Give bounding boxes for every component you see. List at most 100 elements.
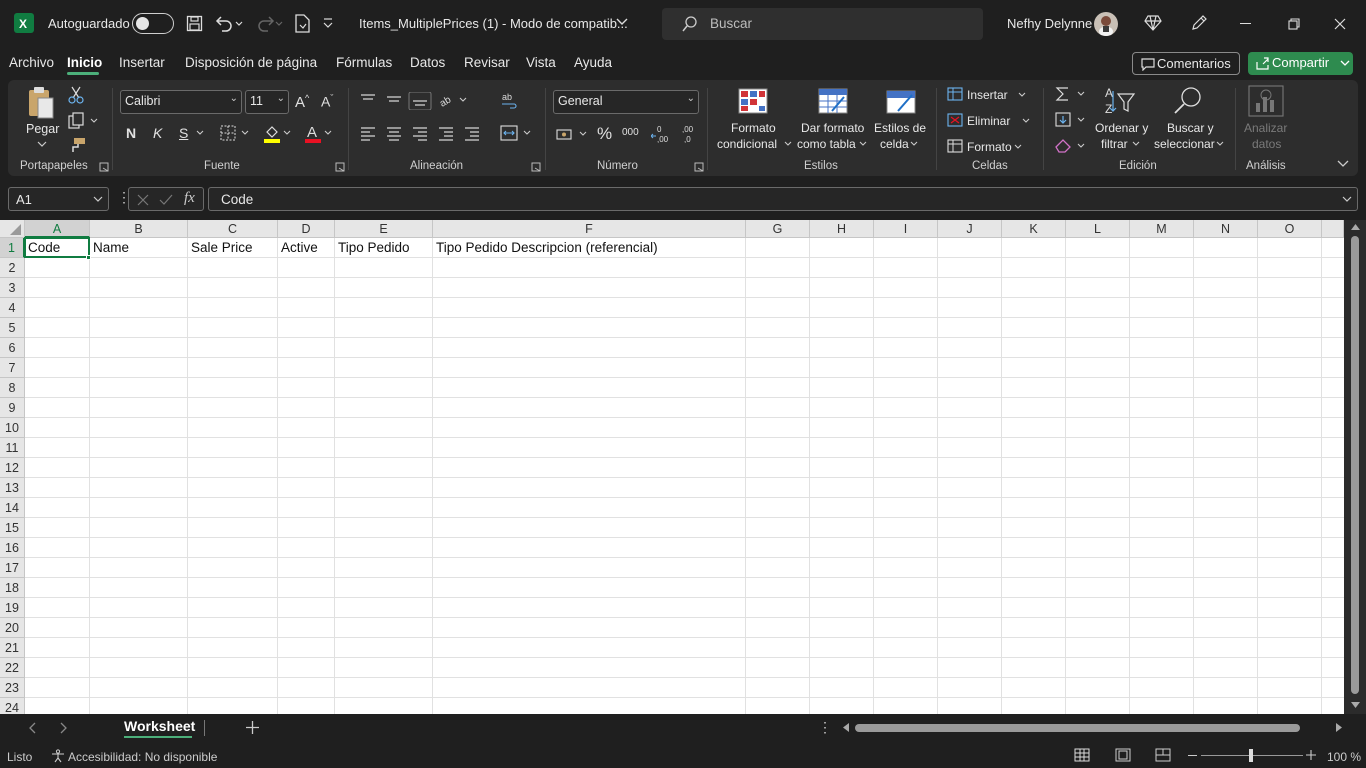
zoom-in-icon[interactable] <box>1306 750 1316 760</box>
font-size-select[interactable]: 11 ⌄ <box>245 90 289 114</box>
row-header-24[interactable]: 24 <box>0 698 25 714</box>
prev-sheet-icon[interactable] <box>28 722 36 734</box>
italic-button[interactable]: K <box>153 126 162 140</box>
find-select-icon[interactable] <box>1172 85 1204 117</box>
vertical-scroll-thumb[interactable] <box>1351 236 1359 694</box>
copy-icon[interactable] <box>68 112 100 130</box>
row-header-16[interactable]: 16 <box>0 538 25 558</box>
enter-icon[interactable] <box>159 194 173 206</box>
column-header-h[interactable]: H <box>810 220 874 238</box>
chevron-down-icon[interactable] <box>1014 144 1022 150</box>
cell-e1[interactable]: Tipo Pedido <box>335 238 410 258</box>
scroll-up-icon[interactable] <box>1351 224 1360 230</box>
conditional-format-icon[interactable] <box>738 87 768 115</box>
spreadsheet-grid[interactable]: ABCDEFGHIJKLMNO 1 2 3 4 5 6 7 8 9 10 11 12 13 14 15 16 1… <box>0 220 1344 714</box>
fill-handle[interactable] <box>86 255 91 260</box>
tab-formulas[interactable]: Fórmulas <box>336 55 392 70</box>
search-box[interactable]: Buscar <box>662 8 983 40</box>
tab-archivo[interactable]: Archivo <box>9 55 54 70</box>
column-header-i[interactable]: I <box>874 220 938 238</box>
accessibility-status[interactable]: Accesibilidad: No disponible <box>68 750 217 764</box>
sheet-tab-worksheet[interactable]: Worksheet <box>116 714 202 740</box>
row-header-1[interactable]: 1 <box>0 238 25 258</box>
format-painter-icon[interactable] <box>68 137 86 153</box>
tab-disposicion[interactable]: Disposición de página <box>185 55 317 70</box>
row-header-6[interactable]: 6 <box>0 338 25 358</box>
paste-icon[interactable] <box>26 86 56 120</box>
row-header-11[interactable]: 11 <box>0 438 25 458</box>
bold-button[interactable]: N <box>126 126 136 140</box>
conditional-format-label[interactable]: Formato <box>731 120 776 136</box>
comments-button[interactable]: Comentarios <box>1132 52 1240 75</box>
row-header-4[interactable]: 4 <box>0 298 25 318</box>
align-top-icon[interactable] <box>360 92 444 110</box>
close-icon[interactable] <box>1334 18 1346 30</box>
formula-input[interactable]: Code <box>208 187 1358 211</box>
row-header-14[interactable]: 14 <box>0 498 25 518</box>
sort-filter-label[interactable]: Ordenar y <box>1095 120 1148 136</box>
undo-icon[interactable] <box>214 14 244 32</box>
format-as-table-icon[interactable] <box>818 87 848 115</box>
chevron-down-icon[interactable] <box>784 141 792 147</box>
format-table-label-2[interactable]: como tabla <box>797 136 856 152</box>
autosave-toggle[interactable] <box>132 13 174 34</box>
percent-icon[interactable]: % <box>597 125 612 142</box>
format-table-label[interactable]: Dar formato <box>801 120 864 136</box>
cell-styles-label[interactable]: Estilos de <box>874 120 926 136</box>
horizontal-scroll-thumb[interactable] <box>855 724 1300 732</box>
borders-icon[interactable] <box>220 125 252 141</box>
row-header-17[interactable]: 17 <box>0 558 25 578</box>
cut-icon[interactable] <box>68 86 84 104</box>
find-select-label-2[interactable]: seleccionar <box>1154 136 1215 152</box>
row-header-2[interactable]: 2 <box>0 258 25 278</box>
paste-dropdown-icon[interactable] <box>37 140 47 148</box>
row-header-10[interactable]: 10 <box>0 418 25 438</box>
cancel-icon[interactable] <box>137 194 149 206</box>
find-select-label[interactable]: Buscar y <box>1167 120 1214 136</box>
scroll-right-icon[interactable] <box>1336 723 1342 732</box>
insert-cells-icon[interactable] <box>947 87 963 101</box>
column-header-b[interactable]: B <box>90 220 188 238</box>
paste-label[interactable]: Pegar <box>26 121 59 137</box>
zoom-out-icon[interactable] <box>1188 755 1197 756</box>
cell-b1[interactable]: Name <box>90 238 129 258</box>
row-header-5[interactable]: 5 <box>0 318 25 338</box>
pen-icon[interactable] <box>1190 14 1208 32</box>
format-cells-icon[interactable] <box>947 139 963 153</box>
underline-button[interactable]: S <box>179 126 188 140</box>
delete-cells-icon[interactable] <box>947 113 963 127</box>
chevron-down-icon[interactable] <box>859 141 867 147</box>
fill-color-icon[interactable] <box>264 124 294 144</box>
tab-vista[interactable]: Vista <box>526 55 556 70</box>
row-header-19[interactable]: 19 <box>0 598 25 618</box>
minimize-icon[interactable] <box>1240 23 1251 24</box>
zoom-slider-thumb[interactable] <box>1249 749 1253 762</box>
analyze-data-label-2[interactable]: datos <box>1252 136 1281 152</box>
delete-cells-label[interactable]: Eliminar <box>967 113 1010 129</box>
page-layout-view-icon[interactable] <box>1115 748 1131 762</box>
chevron-down-icon[interactable] <box>910 141 918 147</box>
row-header-8[interactable]: 8 <box>0 378 25 398</box>
thousands-icon[interactable]: 000 <box>622 128 639 138</box>
column-header-m[interactable]: M <box>1130 220 1194 238</box>
user-name[interactable]: Nefhy Delynne <box>1007 16 1092 31</box>
analyze-data-label[interactable]: Analizar <box>1244 120 1287 136</box>
number-format-select[interactable]: General ⌄ <box>553 90 699 114</box>
row-header-7[interactable]: 7 <box>0 358 25 378</box>
chevron-down-icon[interactable] <box>1132 141 1140 147</box>
cell-d1[interactable]: Active <box>278 238 318 258</box>
name-box[interactable]: A1 <box>8 187 109 211</box>
row-header-23[interactable]: 23 <box>0 678 25 698</box>
column-header-f[interactable]: F <box>433 220 746 238</box>
chevron-down-icon[interactable] <box>1216 141 1224 147</box>
column-header-j[interactable]: J <box>938 220 1002 238</box>
add-sheet-icon[interactable] <box>246 721 259 734</box>
expand-formula-icon[interactable] <box>1342 196 1352 204</box>
column-header-l[interactable]: L <box>1066 220 1130 238</box>
share-chevron-icon[interactable] <box>1340 58 1350 68</box>
diamond-icon[interactable] <box>1144 14 1162 32</box>
font-color-icon[interactable]: A <box>305 124 335 144</box>
column-header-n[interactable]: N <box>1194 220 1258 238</box>
row-header-12[interactable]: 12 <box>0 458 25 478</box>
merge-center-icon[interactable] <box>500 125 534 141</box>
